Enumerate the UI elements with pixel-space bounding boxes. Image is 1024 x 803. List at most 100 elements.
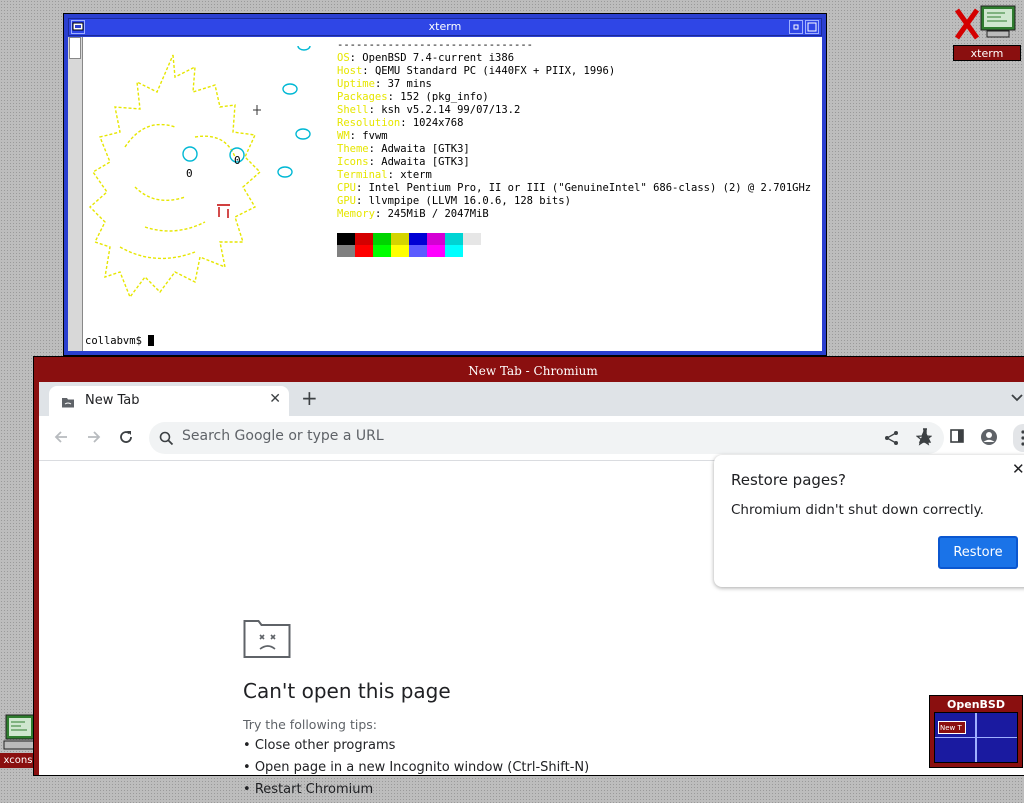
tips-list: Close other programs Open page in a new … bbox=[243, 737, 589, 803]
sad-folder-icon bbox=[243, 620, 291, 658]
info-row: CPU: Intel Pentium Pro, II or III ("Genu… bbox=[337, 182, 811, 195]
xterm-titlebar[interactable]: xterm bbox=[68, 18, 822, 36]
xterm-title: xterm bbox=[428, 20, 462, 33]
chromium-title: New Tab - Chromium bbox=[468, 364, 598, 378]
info-key: Packages bbox=[337, 91, 388, 103]
info-row: Host: QEMU Standard PC (i440FX + PIIX, 1… bbox=[337, 65, 811, 78]
palette-swatch bbox=[445, 245, 463, 257]
info-key: Host bbox=[337, 65, 363, 77]
restore-pages-dialog: Restore pages? ✕ Chromium didn't shut do… bbox=[714, 455, 1024, 587]
info-row: WM: fvwm bbox=[337, 130, 811, 143]
pager-desktop-grid[interactable]: New T bbox=[934, 712, 1018, 763]
palette-swatch bbox=[445, 233, 463, 245]
info-value: : OpenBSD 7.4-current i386 bbox=[349, 52, 515, 64]
info-key: CPU bbox=[337, 182, 356, 194]
terminal-cursor bbox=[148, 335, 155, 346]
tip-item: Close other programs bbox=[243, 737, 589, 759]
omnibox-input[interactable] bbox=[182, 428, 782, 444]
color-palette bbox=[337, 233, 481, 257]
restore-dialog-message: Chromium didn't shut down correctly. bbox=[731, 502, 984, 518]
info-row: Uptime: 37 mins bbox=[337, 78, 811, 91]
tab-label: New Tab bbox=[85, 393, 140, 408]
info-value: : 245MiB / 2047MiB bbox=[374, 208, 489, 220]
palette-swatch bbox=[463, 245, 481, 257]
info-value: : QEMU Standard PC (i440FX + PIIX, 1996) bbox=[362, 65, 616, 77]
palette-swatch bbox=[427, 233, 445, 245]
xterm-window[interactable]: xterm 0 0 ------------------------------… bbox=[63, 13, 827, 356]
xterm-scrollbar[interactable] bbox=[68, 37, 83, 351]
tab-close-icon[interactable]: ✕ bbox=[269, 391, 281, 407]
info-key: Memory bbox=[337, 208, 375, 220]
info-row: Packages: 152 (pkg_info) bbox=[337, 91, 811, 104]
tips-heading: Try the following tips: bbox=[243, 717, 377, 732]
palette-swatch bbox=[373, 245, 391, 257]
info-value: : fvwm bbox=[349, 130, 388, 142]
labs-flask-icon[interactable] bbox=[917, 428, 933, 444]
desktop-pager[interactable]: OpenBSD New T bbox=[929, 695, 1023, 768]
tab-favicon-icon bbox=[62, 398, 74, 408]
palette-swatch bbox=[355, 245, 373, 257]
info-key: OS bbox=[337, 52, 350, 64]
new-tab-button[interactable]: + bbox=[301, 386, 318, 410]
palette-swatch bbox=[409, 233, 427, 245]
desktop-xterm-label: xterm bbox=[953, 45, 1021, 61]
tip-item: Open page in a new Incognito window (Ctr… bbox=[243, 759, 589, 781]
desktop-xcons-label: xcons bbox=[0, 753, 36, 768]
info-key: Icons bbox=[337, 156, 369, 168]
info-value: : llvmpipe (LLVM 16.0.6, 128 bits) bbox=[355, 195, 571, 207]
restore-button[interactable]: Restore bbox=[938, 536, 1018, 569]
close-icon[interactable]: ✕ bbox=[1012, 460, 1024, 478]
desktop-xcons-icon[interactable]: xcons bbox=[0, 713, 36, 768]
restore-dialog-title: Restore pages? bbox=[731, 471, 846, 489]
kebab-menu-icon bbox=[1021, 430, 1024, 446]
info-row: Terminal: xterm bbox=[337, 169, 811, 182]
system-info: ------------------------------- OS: Open… bbox=[337, 39, 811, 221]
info-value: : 152 (pkg_info) bbox=[387, 91, 489, 103]
palette-swatch bbox=[409, 245, 427, 257]
share-icon[interactable] bbox=[884, 430, 900, 446]
omnibox[interactable] bbox=[149, 422, 944, 454]
info-key: Terminal bbox=[337, 169, 388, 181]
xterm-launcher-icon bbox=[954, 5, 1016, 40]
tab-new-tab[interactable]: New Tab ✕ bbox=[49, 386, 289, 416]
menu-button[interactable] bbox=[1013, 424, 1024, 452]
search-icon bbox=[159, 431, 174, 446]
xterm-minimize-button[interactable] bbox=[789, 20, 803, 34]
info-separator: ------------------------------- bbox=[337, 39, 533, 51]
error-title: Can't open this page bbox=[243, 679, 451, 703]
reload-icon[interactable] bbox=[117, 428, 135, 446]
info-key: Uptime bbox=[337, 78, 375, 90]
profile-avatar-icon[interactable] bbox=[980, 428, 998, 446]
chromium-titlebar[interactable]: New Tab - Chromium bbox=[38, 360, 1024, 382]
desktop-xterm-icon[interactable]: xterm bbox=[953, 4, 1021, 62]
palette-swatch bbox=[337, 233, 355, 245]
info-value: : Intel Pentium Pro, II or III ("Genuine… bbox=[355, 182, 812, 194]
info-row: Icons: Adwaita [GTK3] bbox=[337, 156, 811, 169]
info-value: : Adwaita [GTK3] bbox=[368, 143, 470, 155]
info-row: GPU: llvmpipe (LLVM 16.0.6, 128 bits) bbox=[337, 195, 811, 208]
info-row: Theme: Adwaita [GTK3] bbox=[337, 143, 811, 156]
shell-prompt[interactable]: collabvm$ bbox=[85, 335, 155, 347]
side-panel-icon[interactable] bbox=[949, 428, 965, 444]
xterm-terminal[interactable]: 0 0 ------------------------------- OS: … bbox=[68, 37, 822, 351]
info-value: : xterm bbox=[387, 169, 432, 181]
tab-search-chevron-icon[interactable] bbox=[1010, 390, 1024, 404]
openbsd-puffy-logo: 0 0 bbox=[88, 45, 311, 299]
tip-item: Restart Chromium bbox=[243, 781, 589, 803]
pager-window-thumb[interactable]: New T bbox=[938, 721, 966, 734]
logo-eye-left: 0 bbox=[186, 167, 193, 180]
info-value: : Adwaita [GTK3] bbox=[368, 156, 470, 168]
back-arrow-icon[interactable] bbox=[52, 428, 70, 446]
forward-arrow-icon[interactable] bbox=[85, 428, 103, 446]
info-key: GPU bbox=[337, 195, 356, 207]
info-row: Resolution: 1024x768 bbox=[337, 117, 811, 130]
palette-swatch bbox=[391, 233, 409, 245]
tab-strip: New Tab ✕ + bbox=[39, 382, 1024, 416]
terminal-output: 0 0 ------------------------------- OS: … bbox=[85, 37, 822, 351]
palette-swatch bbox=[463, 233, 481, 245]
xterm-maximize-button[interactable] bbox=[805, 20, 819, 34]
xterm-scroll-thumb[interactable] bbox=[69, 37, 81, 59]
xcons-launcher-icon bbox=[3, 714, 35, 750]
palette-swatch bbox=[427, 245, 445, 257]
info-key: Shell bbox=[337, 104, 369, 116]
